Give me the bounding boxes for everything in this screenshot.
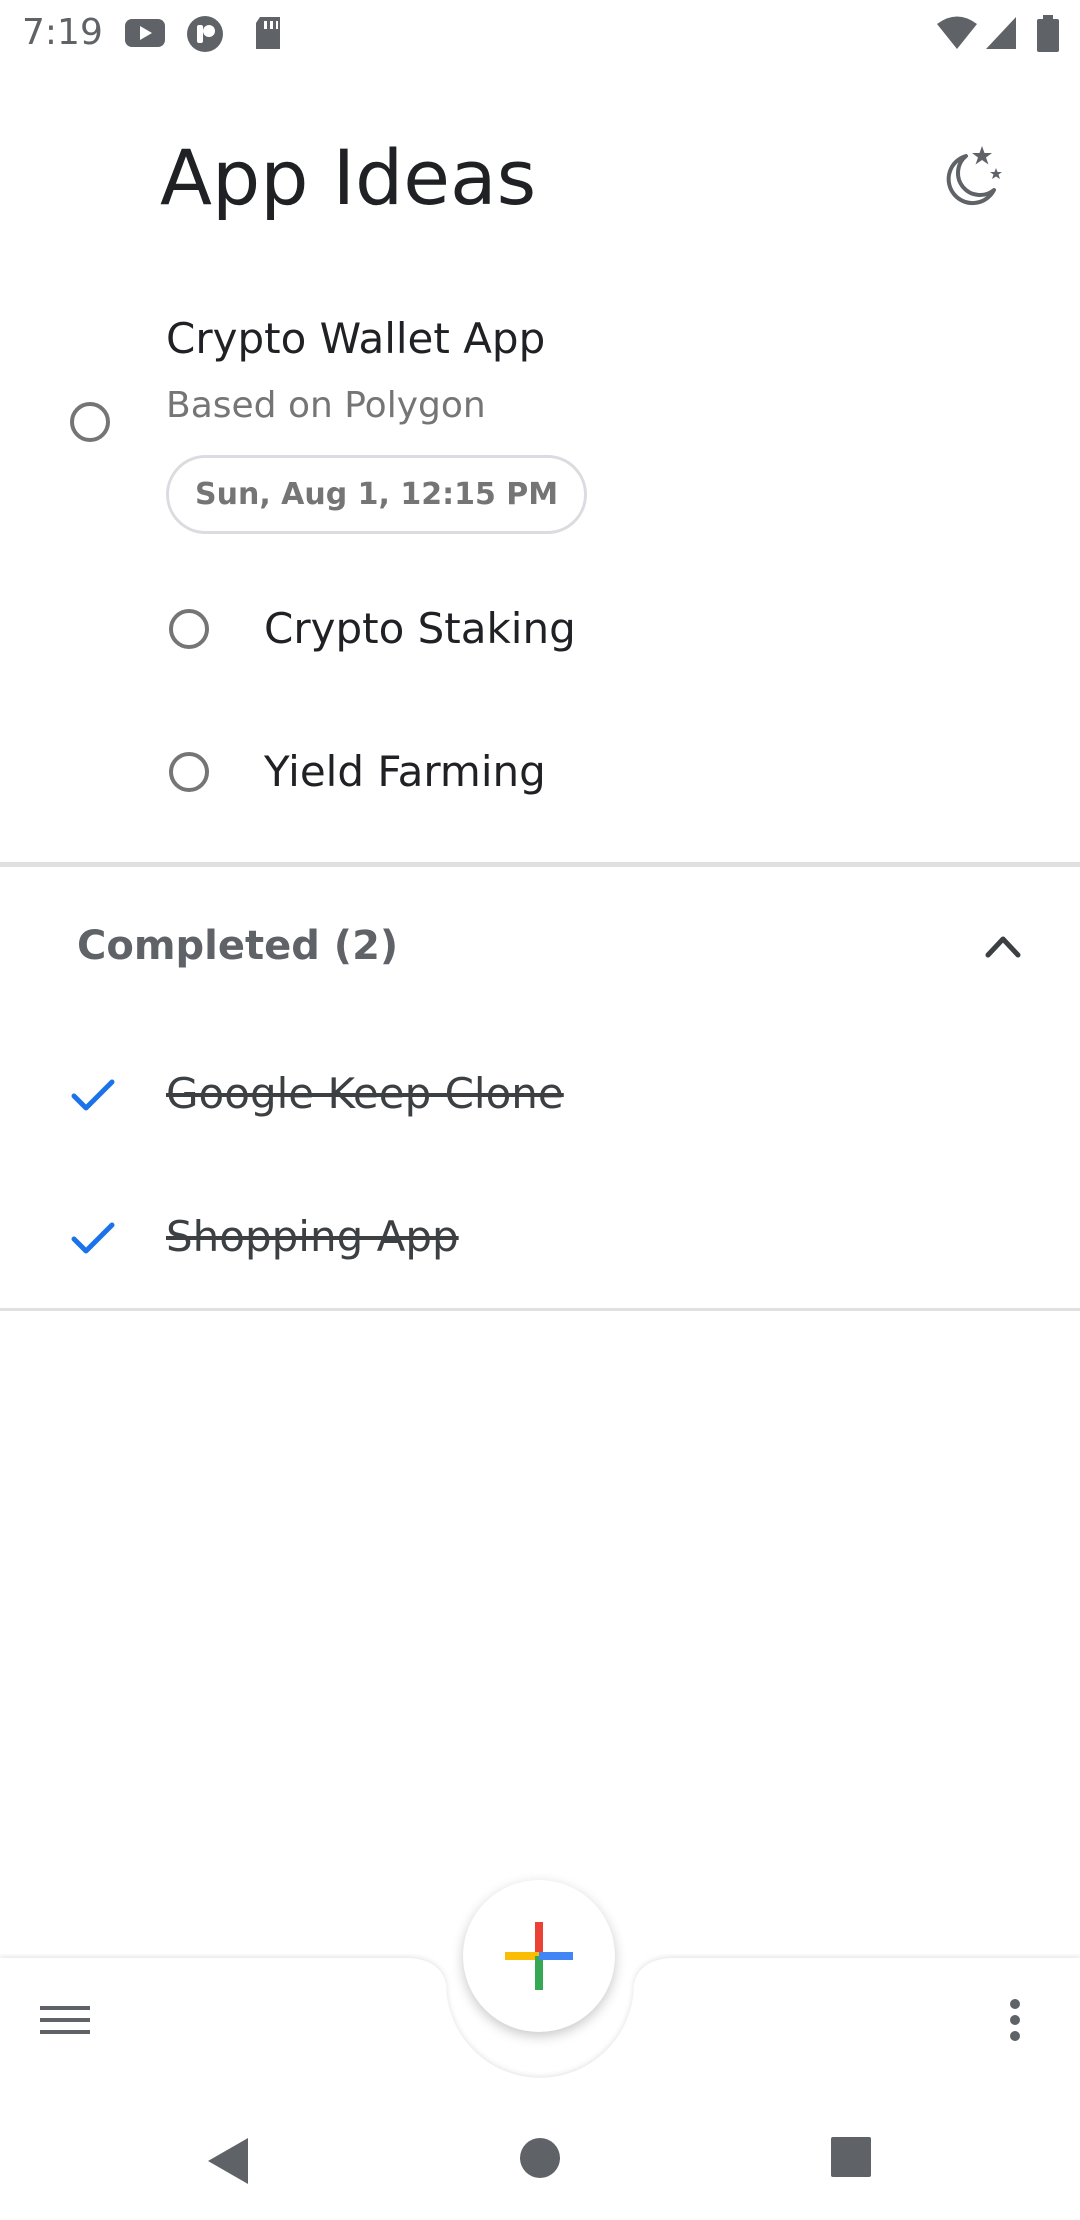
subtask-complete-radio[interactable]: [169, 752, 209, 792]
system-nav-bar: [0, 2112, 1080, 2220]
sd-card-icon: [256, 17, 280, 49]
section-divider: [0, 1308, 1080, 1311]
subtask-complete-radio[interactable]: [169, 609, 209, 649]
status-time: 7:19: [22, 12, 103, 53]
checkmark-icon[interactable]: [70, 1076, 118, 1116]
task-complete-radio[interactable]: [70, 402, 110, 442]
more-vert-icon: [1010, 1999, 1020, 2041]
battery-icon: [1037, 15, 1059, 52]
add-plus-icon: [505, 1922, 573, 1990]
task-details: Based on Polygon: [166, 385, 486, 426]
recents-icon[interactable]: [829, 2134, 873, 2180]
signal-icon: [986, 17, 1016, 49]
more-options-button[interactable]: [985, 1990, 1045, 2050]
dark-mode-moon-icon: [946, 146, 1002, 206]
app-notification-icon: [187, 16, 223, 52]
completed-task-title[interactable]: Shopping App: [166, 1209, 459, 1265]
wifi-icon: [937, 16, 977, 49]
home-icon[interactable]: [518, 2136, 562, 2180]
task-title[interactable]: Crypto Wallet App: [166, 311, 545, 367]
subtask-title[interactable]: Yield Farming: [264, 744, 546, 800]
dark-mode-toggle-button[interactable]: [930, 138, 1010, 218]
youtube-icon: [125, 19, 165, 47]
back-icon[interactable]: [202, 2134, 252, 2188]
menu-button[interactable]: [30, 1990, 100, 2050]
completed-task-title[interactable]: Google Keep Clone: [166, 1066, 564, 1122]
collapse-completed-button[interactable]: [970, 915, 1036, 975]
completed-section-header[interactable]: Completed (2): [77, 916, 398, 976]
status-bar: 7:19: [0, 0, 1080, 66]
checkmark-icon[interactable]: [70, 1219, 118, 1259]
chevron-up-icon: [985, 936, 1021, 958]
hamburger-menu-icon: [40, 2006, 90, 2034]
section-divider: [0, 862, 1080, 867]
subtask-title[interactable]: Crypto Staking: [264, 601, 576, 657]
page-title: App Ideas: [160, 133, 537, 222]
due-date-chip[interactable]: Sun, Aug 1, 12:15 PM: [166, 455, 588, 534]
add-task-fab[interactable]: [463, 1880, 615, 2032]
